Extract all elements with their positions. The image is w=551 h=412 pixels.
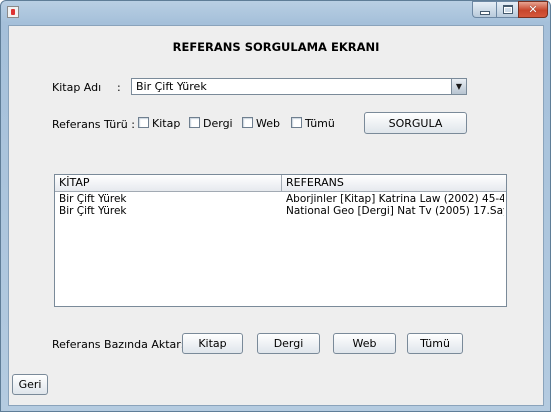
maximize-button[interactable] [496,1,518,18]
web-checkbox[interactable] [242,117,253,128]
content-panel: REFERANS SORGULAMA EKRANI Kitap Adı : Bi… [8,25,544,406]
export-label: Referans Bazında Aktar: [52,338,185,351]
reference-cell: Aborjinler [Kitap] Katrina Law (2002) 45… [286,193,504,205]
kitap-checkbox[interactable] [138,117,149,128]
column-header-book[interactable]: KİTAP [59,176,89,189]
back-button[interactable]: Geri [12,374,48,395]
dergi-checkbox[interactable] [189,117,200,128]
table-header: KİTAP REFERANS [55,175,506,192]
title-bar[interactable]: ✕ [1,1,550,25]
book-select[interactable]: Bir Çift Yürek ▼ [131,78,467,95]
export-web-button[interactable]: Web [333,333,396,354]
java-app-icon [7,6,19,18]
kitap-checkbox-label[interactable]: Kitap [152,117,180,130]
close-button[interactable]: ✕ [518,1,548,18]
chevron-down-icon: ▼ [455,82,463,91]
tumu-checkbox[interactable] [291,117,302,128]
reference-type-label: Referans Türü : [52,118,135,131]
column-divider[interactable] [281,175,282,191]
export-dergi-button[interactable]: Dergi [257,333,320,354]
results-table[interactable]: KİTAP REFERANS Bir Çift Yürek Aborjinler… [54,174,507,307]
export-kitap-button[interactable]: Kitap [182,333,243,354]
close-icon: ✕ [528,3,538,16]
page-title: REFERANS SORGULAMA EKRANI [172,40,380,54]
book-cell: Bir Çift Yürek [59,193,127,205]
table-row[interactable]: Bir Çift Yürek Aborjinler [Kitap] Katrin… [55,193,506,205]
web-checkbox-label[interactable]: Web [256,117,280,130]
reference-cell: National Geo [Dergi] Nat Tv (2005) 17.Sa… [286,205,504,217]
dropdown-arrow-button[interactable]: ▼ [451,79,466,94]
maximize-icon [502,5,513,14]
book-name-colon: : [117,81,121,94]
minimize-icon [479,10,490,15]
tumu-checkbox-label[interactable]: Tümü [305,117,335,130]
table-row[interactable]: Bir Çift Yürek National Geo [Dergi] Nat … [55,205,506,217]
column-header-reference[interactable]: REFERANS [286,176,344,189]
book-name-label: Kitap Adı [52,81,102,94]
app-window: ✕ REFERANS SORGULAMA EKRANI Kitap Adı : … [0,0,551,412]
book-cell: Bir Çift Yürek [59,205,127,217]
dergi-checkbox-label[interactable]: Dergi [203,117,233,130]
export-tumu-button[interactable]: Tümü [407,333,463,354]
query-button[interactable]: SORGULA [364,112,467,134]
minimize-button[interactable] [472,1,496,18]
book-select-value: Bir Çift Yürek [136,80,207,93]
